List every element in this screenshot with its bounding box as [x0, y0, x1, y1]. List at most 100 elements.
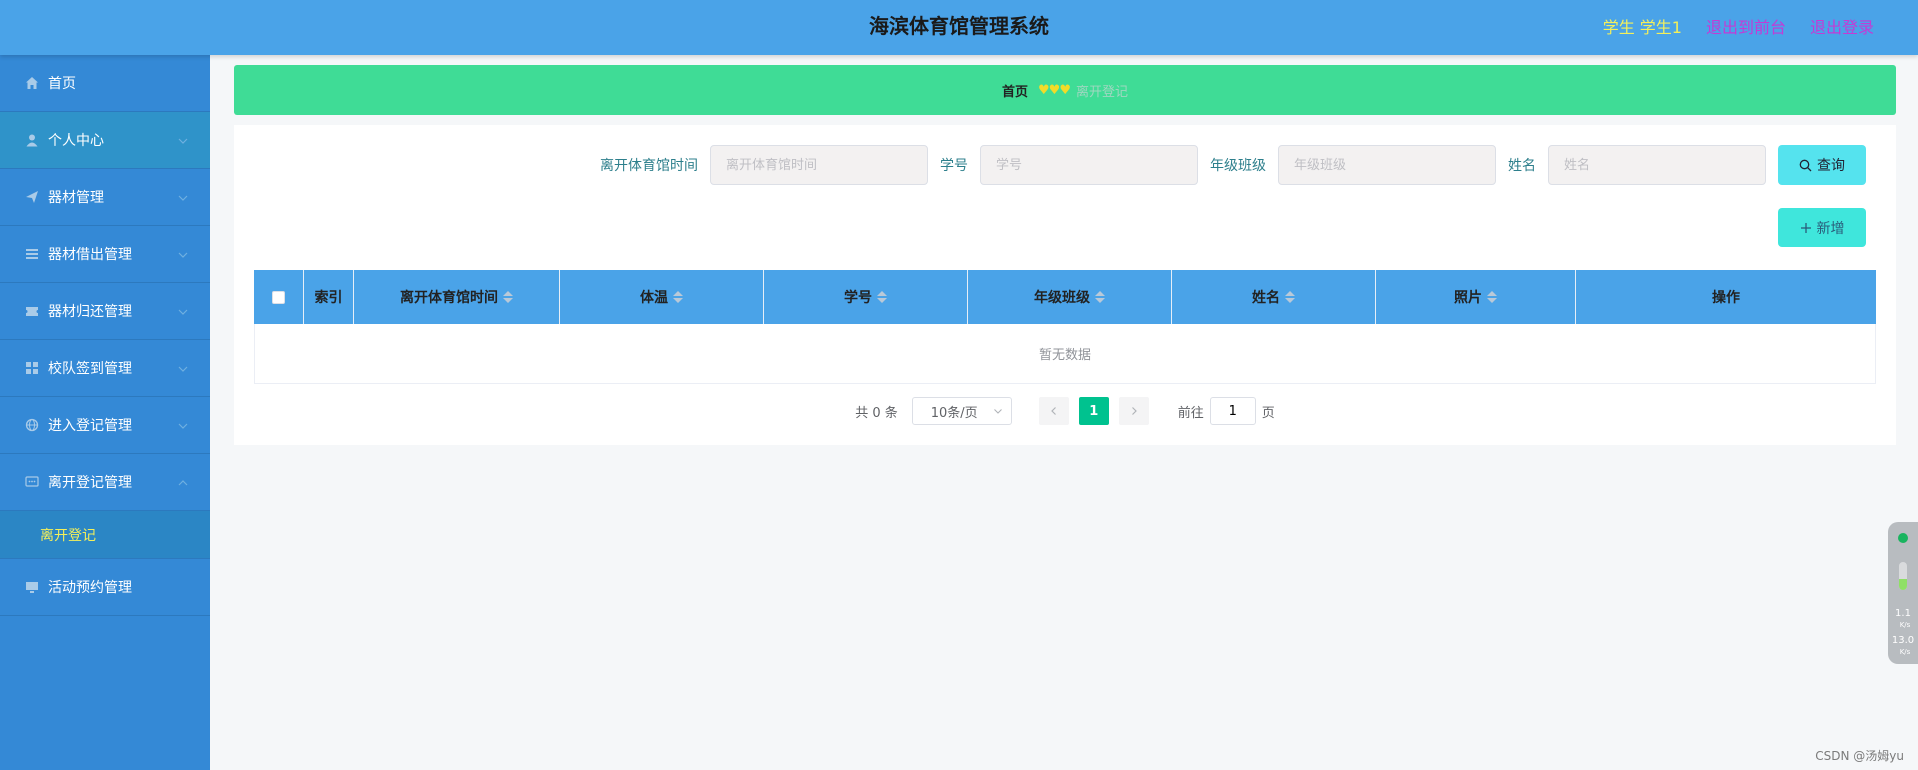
breadcrumb-home[interactable]: 首页	[1002, 81, 1028, 100]
usage-meter	[1899, 562, 1907, 590]
list-icon	[24, 246, 40, 262]
goto-page-input[interactable]	[1209, 397, 1256, 425]
sort-icon[interactable]	[1285, 291, 1295, 303]
sidebar-item-personal-center[interactable]: 个人中心	[0, 112, 210, 169]
column-header-index: 索引	[304, 270, 354, 324]
network-speed-widget[interactable]: 1.1 K/s 13.0 K/s	[1888, 522, 1918, 664]
pagination: 共 0 条 10条/页 1 前往 页	[234, 397, 1896, 425]
plus-icon	[1800, 222, 1811, 233]
column-header-name[interactable]: 姓名	[1172, 270, 1376, 324]
sidebar-item-label: 校队签到管理	[48, 361, 132, 377]
chevron-down-icon	[993, 409, 1002, 414]
column-label: 姓名	[1252, 290, 1280, 306]
user-icon	[24, 132, 40, 148]
current-user: 学生 学生1	[1602, 18, 1682, 37]
grid-icon	[24, 360, 40, 376]
column-label: 体温	[640, 290, 668, 306]
top-header: 海滨体育馆管理系统 学生 学生1 退出到前台 退出登录	[0, 0, 1918, 55]
prev-page-button[interactable]	[1038, 397, 1069, 425]
search-icon	[1799, 159, 1812, 171]
sidebar-item-entry-registration[interactable]: 进入登记管理	[0, 397, 210, 454]
sidebar-item-label: 器材管理	[48, 190, 104, 206]
grade-class-label: 年级班级	[1210, 158, 1266, 174]
sidebar-item-label: 器材归还管理	[48, 304, 132, 320]
exit-to-front-link[interactable]: 退出到前台	[1706, 14, 1786, 38]
content-panel: 离开体育馆时间 学号 年级班级 姓名 查询 新增 索引 离开体育馆时间	[234, 125, 1896, 445]
sidebar-item-activity-booking[interactable]: 活动预约管理	[0, 559, 210, 616]
query-button[interactable]: 查询	[1778, 145, 1866, 185]
chevron-down-icon	[178, 366, 188, 372]
chevron-down-icon	[178, 423, 188, 429]
chevron-up-icon	[178, 480, 188, 486]
chevron-down-icon	[178, 309, 188, 315]
download-speed-unit: K/s	[1899, 648, 1911, 656]
sidebar-item-home[interactable]: 首页	[0, 55, 210, 112]
globe-icon	[24, 417, 40, 433]
page-number-current[interactable]: 1	[1078, 397, 1109, 425]
empty-text: 暂无数据	[1038, 348, 1091, 363]
name-input[interactable]	[1548, 145, 1766, 185]
breadcrumb: 首页 ♥♥♥ 离开登记	[234, 65, 1896, 115]
sidebar-item-leave-registration[interactable]: 离开登记管理	[0, 454, 210, 511]
logout-link[interactable]: 退出登录	[1810, 14, 1874, 38]
monitor-icon	[24, 579, 40, 595]
column-header-photo[interactable]: 照片	[1376, 270, 1576, 324]
upload-speed-unit: K/s	[1899, 621, 1911, 629]
sidebar-item-equipment-return[interactable]: 器材归还管理	[0, 283, 210, 340]
sidebar-item-label: 活动预约管理	[48, 580, 132, 596]
sidebar: 首页 个人中心 器材管理 器材借出管理 器材归还管理 校队签到管理 进入登记管理…	[0, 55, 210, 770]
column-label: 索引	[314, 290, 343, 306]
next-page-button[interactable]	[1118, 397, 1149, 425]
add-button[interactable]: 新增	[1778, 208, 1866, 247]
sidebar-item-equipment[interactable]: 器材管理	[0, 169, 210, 226]
query-button-label: 查询	[1817, 157, 1845, 173]
search-form: 离开体育馆时间 学号 年级班级 姓名 查询	[600, 145, 1866, 185]
home-icon	[24, 75, 40, 91]
sidebar-item-team-checkin[interactable]: 校队签到管理	[0, 340, 210, 397]
chevron-down-icon	[178, 138, 188, 144]
column-label: 照片	[1454, 290, 1482, 306]
sidebar-subitem-leave-register[interactable]: 离开登记	[0, 511, 210, 559]
breadcrumb-current: 离开登记	[1075, 84, 1128, 100]
usage-meter-fill	[1899, 578, 1907, 590]
column-header-student-id[interactable]: 学号	[764, 270, 968, 324]
sort-icon[interactable]	[1487, 291, 1497, 303]
select-all-checkbox[interactable]	[272, 290, 285, 304]
column-header-actions: 操作	[1576, 270, 1876, 324]
column-label: 操作	[1712, 290, 1740, 306]
sort-icon[interactable]	[1095, 291, 1105, 303]
grade-class-input[interactable]	[1278, 145, 1496, 185]
sidebar-item-label: 离开登记管理	[48, 475, 132, 491]
send-icon	[24, 189, 40, 205]
column-header-temperature[interactable]: 体温	[560, 270, 764, 324]
table-header: 索引 离开体育馆时间 体温 学号 年级班级 姓名 照片 操作	[254, 270, 1876, 324]
student-id-input[interactable]	[980, 145, 1198, 185]
sidebar-item-label: 进入登记管理	[48, 418, 132, 434]
page-size-select[interactable]: 10条/页	[911, 397, 1012, 425]
chat-icon	[24, 474, 40, 490]
sidebar-item-label: 器材借出管理	[48, 247, 132, 263]
chevron-down-icon	[178, 195, 188, 201]
header-actions: 学生 学生1 退出到前台 退出登录	[1603, 0, 1874, 52]
sort-icon[interactable]	[503, 291, 513, 303]
name-label: 姓名	[1508, 158, 1536, 174]
total-count: 共 0 条	[855, 405, 898, 421]
status-dot-icon	[1898, 533, 1908, 543]
goto-label: 前往	[1177, 405, 1204, 421]
sort-icon[interactable]	[673, 291, 683, 303]
leave-time-input[interactable]	[710, 145, 928, 185]
table-empty-row: 暂无数据	[254, 324, 1876, 384]
sidebar-item-equipment-lending[interactable]: 器材借出管理	[0, 226, 210, 283]
heart-separator-icon: ♥♥♥	[1038, 82, 1071, 98]
page-unit-label: 页	[1261, 405, 1275, 421]
sort-icon[interactable]	[877, 291, 887, 303]
add-button-label: 新增	[1816, 219, 1845, 236]
column-header-leave-time[interactable]: 离开体育馆时间	[354, 270, 560, 324]
watermark: CSDN @汤姆yu	[1815, 749, 1904, 763]
sidebar-item-label: 首页	[48, 76, 76, 92]
column-label: 离开体育馆时间	[400, 290, 498, 306]
chevron-down-icon	[178, 252, 188, 258]
column-header-grade-class[interactable]: 年级班级	[968, 270, 1172, 324]
goto-page: 前往 页	[1178, 397, 1275, 425]
download-speed-value: 13.0	[1891, 635, 1915, 646]
